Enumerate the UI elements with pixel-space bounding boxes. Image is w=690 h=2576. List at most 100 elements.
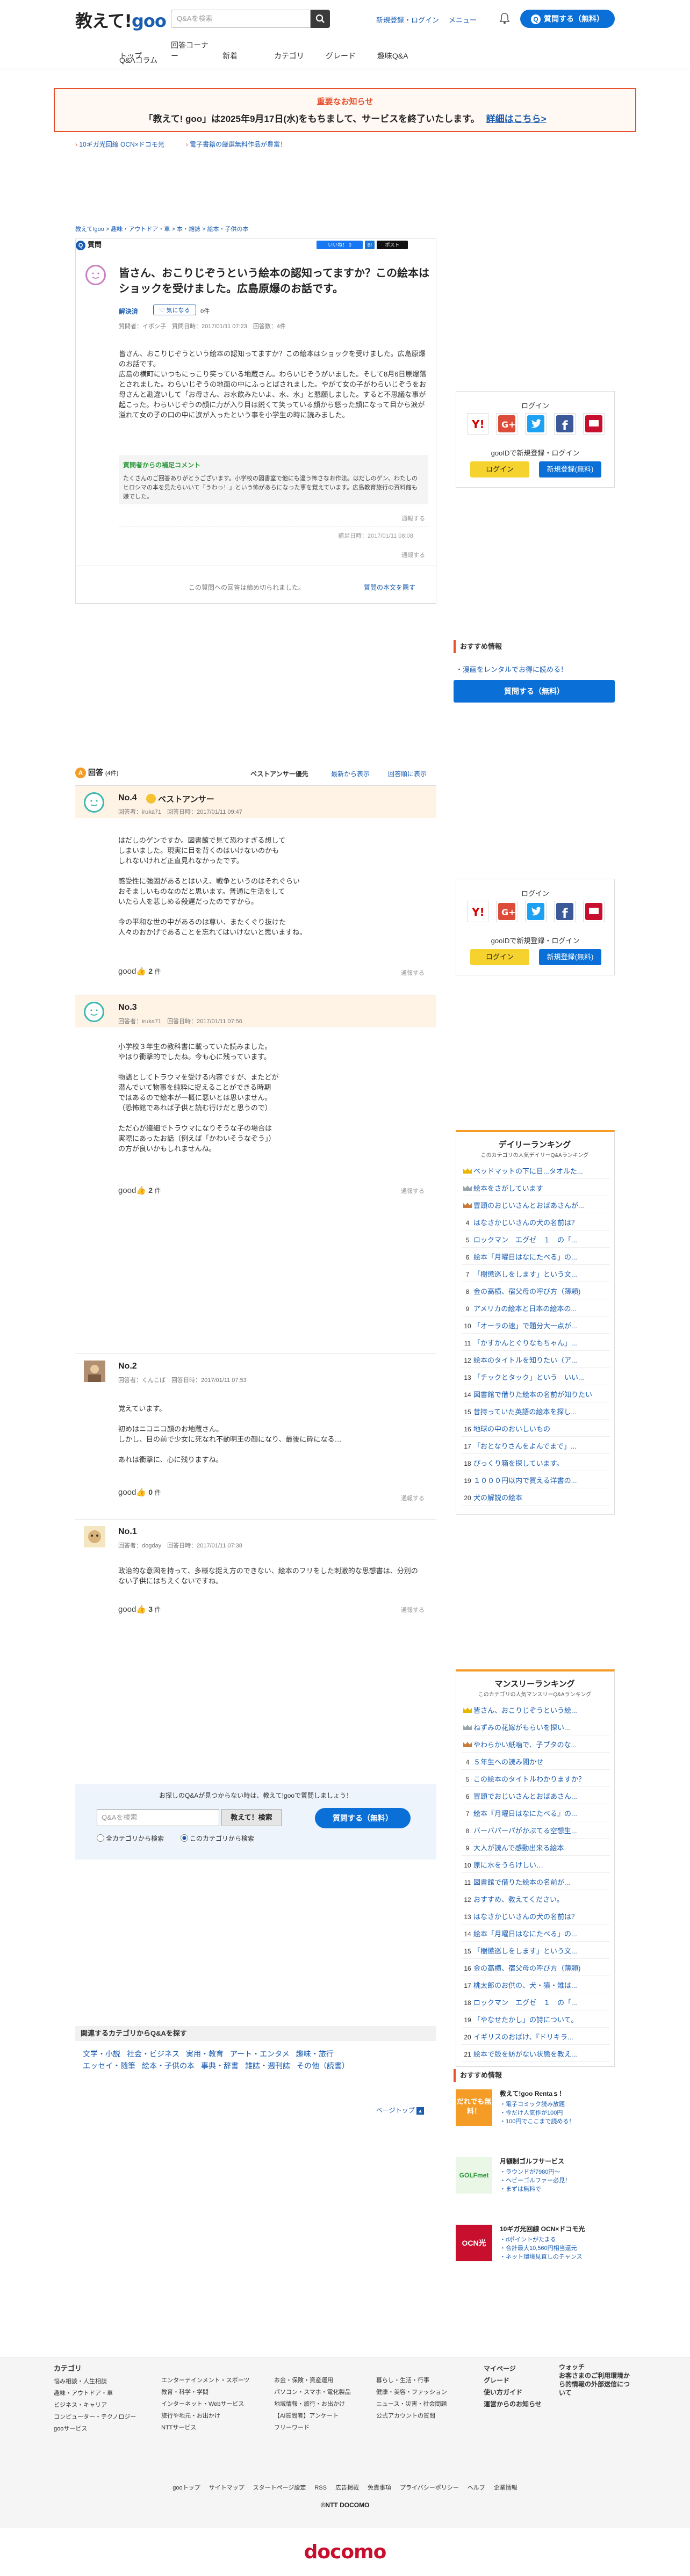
nav-grade[interactable]: グレード bbox=[326, 50, 368, 61]
ranking-item[interactable]: 12 おすすめ、教えてください。 bbox=[462, 1893, 610, 1907]
x-post-button[interactable]: ポスト bbox=[377, 241, 408, 249]
ranking-item[interactable]: 4 ５年生への読み聞かせ bbox=[462, 1755, 610, 1770]
footer-link[interactable]: 公式アカウントの質問 bbox=[376, 2410, 473, 2422]
ranking-item[interactable]: 10 原に水をうらけしい… bbox=[462, 1858, 610, 1873]
ranking-item[interactable]: 21 絵本で版を紡がない状態を教え... bbox=[462, 2047, 610, 2062]
header-ask-button[interactable]: Q 質問する（無料） bbox=[520, 10, 615, 28]
category-link[interactable]: 趣味・旅行 bbox=[296, 2050, 334, 2058]
ranking-item[interactable]: 8 金の高横、宿父母の呼び方（薄頼) bbox=[462, 1285, 610, 1299]
nav-column[interactable]: Q&Aコラム bbox=[119, 55, 157, 66]
footer-link[interactable]: ウォッチ bbox=[559, 2363, 634, 2371]
report-link[interactable]: 通報する bbox=[401, 968, 425, 977]
footer-link[interactable]: マイページ bbox=[484, 2363, 554, 2375]
ranking-item[interactable]: 8 バーバパーパがかぶてる空想生... bbox=[462, 1824, 610, 1839]
docomo-icon[interactable] bbox=[583, 413, 605, 435]
ranking-item[interactable]: 19 「やなせたかし」の詩について。 bbox=[462, 2013, 610, 2028]
nav-category[interactable]: カテゴリ bbox=[274, 50, 316, 61]
sort-order[interactable]: 回答順に表示 bbox=[388, 769, 427, 778]
category-link[interactable]: アート・エンタメ bbox=[230, 2050, 290, 2058]
register-button[interactable]: 新規登録(無料) bbox=[539, 461, 601, 477]
menu-link[interactable]: メニュー bbox=[449, 16, 477, 24]
radio-all-categories[interactable]: 全カテゴリから検索 bbox=[97, 1834, 164, 1843]
promo-rentas[interactable]: だれでも無料！ 教えて!goo Rentaｓ！ ・電子コミック読み放題 ・今だけ人… bbox=[456, 2089, 615, 2132]
footer-bottom-link[interactable]: サイトマップ bbox=[209, 2485, 245, 2491]
bottom-search-button[interactable]: 教えて！検索 bbox=[221, 1809, 282, 1826]
report-link[interactable]: 通報する bbox=[401, 1494, 425, 1502]
footer-link[interactable]: 趣味・アウトドア・車 bbox=[54, 2387, 156, 2399]
category-link[interactable]: 絵本・子供の本 bbox=[142, 2061, 195, 2070]
ranking-item[interactable]: 18 ロックマン エグゼ １ の「... bbox=[462, 1996, 610, 2010]
promo-golf[interactable]: GOLFmet 月額制ゴルフサービス ・ラウンドが7980円～ ・ヘビーゴルファー… bbox=[456, 2157, 615, 2200]
ranking-item[interactable]: 17 「おとなりさんをよんでまで」... bbox=[462, 1439, 610, 1454]
footer-link[interactable]: 地域情報・旅行・お出かけ bbox=[274, 2398, 376, 2410]
footer-bottom-link[interactable]: スタートページ設定 bbox=[253, 2485, 306, 2491]
footer-link[interactable]: gooサービス bbox=[54, 2423, 156, 2435]
ranking-item[interactable]: 20 犬の解説の絵本 bbox=[462, 1491, 610, 1506]
good-button[interactable]: good👍 0 件 bbox=[118, 1487, 161, 1497]
google-icon[interactable]: G+ bbox=[496, 901, 518, 922]
search-input[interactable]: Q&Aを検索 bbox=[171, 10, 311, 28]
category-link[interactable]: 雑誌・週刊誌 bbox=[245, 2061, 290, 2070]
twitter-icon[interactable] bbox=[525, 413, 547, 435]
ranking-item[interactable]: 16 金の高横、宿父母の呼び方（薄頼) bbox=[462, 1962, 610, 1976]
osusume-link[interactable]: ・漫画をレンタルでお得に読める！ bbox=[456, 664, 567, 674]
facebook-like-button[interactable]: いいね！ 0 bbox=[317, 241, 363, 249]
kininaru-button[interactable]: ♡ 気になる bbox=[153, 305, 196, 315]
promo-ocn[interactable]: OCN光 10ギガ光回線 OCN×ドコモ光 ・dポイントがたまる ・合計最大10,… bbox=[456, 2225, 615, 2268]
ranking-item[interactable]: 16 地球の中のおいしいもの bbox=[462, 1422, 610, 1437]
ranking-item[interactable]: 17 桃太郎のお供の、犬・猿・雉は... bbox=[462, 1979, 610, 1993]
footer-bottom-link[interactable]: 広告掲載 bbox=[335, 2485, 359, 2491]
footer-link[interactable]: 教育・科学・学問 bbox=[161, 2386, 269, 2398]
bottom-ask-button[interactable]: 質問する（無料） bbox=[315, 1808, 411, 1828]
ranking-item[interactable]: 6 絵本「月曜日はなにたべる」の... bbox=[462, 1250, 610, 1265]
ranking-item[interactable]: 11 「かすかんとぐりなもちゃん」... bbox=[462, 1336, 610, 1351]
report-link[interactable]: 通報する bbox=[401, 1186, 425, 1195]
footer-bottom-link[interactable]: 免責事項 bbox=[368, 2485, 391, 2491]
footer-bottom-link[interactable]: RSS bbox=[314, 2485, 327, 2491]
footer-bottom-link[interactable]: gooトップ bbox=[172, 2485, 200, 2491]
footer-bottom-link[interactable]: 企業情報 bbox=[494, 2485, 518, 2491]
ranking-item[interactable]: 20 イギリスのおばけ、『ドリキラ... bbox=[462, 2030, 610, 2045]
notice-more-link[interactable]: 詳細はこちら> bbox=[486, 114, 547, 124]
promo-ocn[interactable]: 10ギガ光回線 OCN×ドコモ光 bbox=[75, 141, 164, 148]
good-button[interactable]: good👍 2 件 bbox=[118, 1185, 161, 1195]
good-button[interactable]: good👍 3 件 bbox=[118, 1604, 161, 1614]
footer-link[interactable]: お客さまのご利用環境から的情報の外部送信について bbox=[559, 2371, 634, 2397]
footer-link[interactable]: お金・保険・資産運用 bbox=[274, 2375, 376, 2386]
ranking-item[interactable]: 14 絵本「月曜日はなにたべる」の... bbox=[462, 1927, 610, 1942]
ranking-item[interactable]: 9 アメリカの絵本と日本の絵本の... bbox=[462, 1302, 610, 1316]
radio-this-category[interactable]: このカテゴリから検索 bbox=[181, 1834, 254, 1843]
footer-link[interactable]: 悩み相談・人生相談 bbox=[54, 2376, 156, 2387]
ranking-item[interactable]: やわらかい紙噛で、子ブタのな... bbox=[462, 1738, 610, 1753]
ranking-item[interactable]: 5 ロックマン エグゼ １ の「... bbox=[462, 1233, 610, 1248]
promo-ebook[interactable]: 電子書籍の厳選無料作品が豊富！ bbox=[186, 141, 286, 148]
footer-link[interactable]: フリーワード bbox=[274, 2422, 376, 2434]
yahoo-icon[interactable]: Y! bbox=[467, 901, 488, 922]
yahoo-icon[interactable]: Y! bbox=[467, 413, 488, 435]
bookmark-button[interactable]: B! bbox=[365, 241, 375, 249]
facebook-icon[interactable]: f bbox=[554, 901, 576, 922]
hide-question-link[interactable]: 質問の本文を隠す bbox=[364, 583, 415, 592]
footer-link[interactable]: パソコン・スマホ・電化製品 bbox=[274, 2386, 376, 2398]
footer-link[interactable]: 健康・美容・ファッション bbox=[376, 2386, 473, 2398]
page-top-link[interactable]: ページトップ ▲ bbox=[376, 2105, 425, 2115]
good-button[interactable]: good👍 2 件 bbox=[118, 966, 161, 976]
footer-link[interactable]: インターネット・Webサービス bbox=[161, 2398, 269, 2410]
ranking-item[interactable]: 絵本をさがしています bbox=[462, 1182, 610, 1196]
category-link[interactable]: エッセイ・随筆 bbox=[83, 2061, 135, 2070]
ranking-item[interactable]: 12 絵本のタイトルを知りたい（ア... bbox=[462, 1354, 610, 1368]
footer-bottom-link[interactable]: ヘルプ bbox=[468, 2485, 485, 2491]
ranking-item[interactable]: 19 １０００円以内で買える洋書の... bbox=[462, 1474, 610, 1488]
footer-link[interactable]: ビジネス・キャリア bbox=[54, 2399, 156, 2411]
footer-link[interactable]: 【AI質問者】アンケート bbox=[274, 2410, 376, 2422]
category-link[interactable]: その他（読書） bbox=[297, 2061, 349, 2070]
ranking-item[interactable]: 皆さん、おこりじぞうという絵... bbox=[462, 1704, 610, 1718]
ranking-item[interactable]: 11 図書館で借りた絵本の名前が... bbox=[462, 1876, 610, 1890]
footer-link[interactable]: 運営からのお知らせ bbox=[484, 2398, 554, 2410]
ranking-item[interactable]: 冒頭のおじいさんとおばあさんが... bbox=[462, 1199, 610, 1213]
footer-link[interactable]: NTTサービス bbox=[161, 2422, 269, 2434]
ranking-item[interactable]: 13 はなさかじいさんの犬の名前は？ bbox=[462, 1910, 610, 1924]
ranking-item[interactable]: 10 「オーラの速」で題分大一点が... bbox=[462, 1319, 610, 1334]
login-button[interactable]: ログイン bbox=[470, 461, 529, 477]
ranking-item[interactable]: 9 大人が読んで感動出来る絵本 bbox=[462, 1841, 610, 1856]
